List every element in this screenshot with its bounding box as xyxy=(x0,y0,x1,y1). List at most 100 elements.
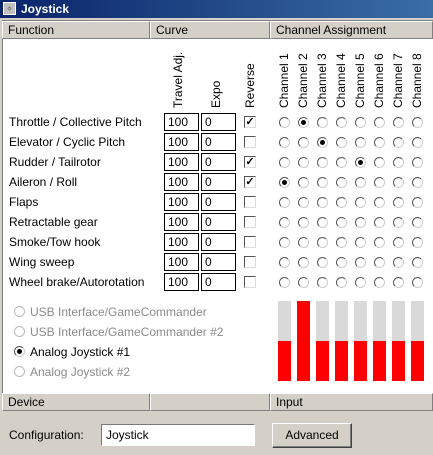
channel-3-radio[interactable] xyxy=(317,197,328,208)
channel-6-radio[interactable] xyxy=(374,217,385,228)
channel-8-radio[interactable] xyxy=(412,277,423,288)
channel-3-radio[interactable] xyxy=(317,257,328,268)
channel-3-radio[interactable] xyxy=(317,137,328,148)
channel-2-radio[interactable] xyxy=(298,217,309,228)
channel-6-radio[interactable] xyxy=(374,177,385,188)
channel-1-radio[interactable] xyxy=(279,277,290,288)
reverse-checkbox[interactable]: ✓ xyxy=(244,176,256,188)
channel-2-radio[interactable] xyxy=(298,197,309,208)
device-radio[interactable] xyxy=(14,326,25,338)
device-option[interactable]: Analog Joystick #2 xyxy=(14,365,130,379)
channel-3-radio[interactable] xyxy=(317,237,328,248)
channel-4-radio[interactable] xyxy=(336,217,347,228)
channel-4-radio[interactable] xyxy=(336,257,347,268)
channel-5-radio[interactable] xyxy=(355,217,366,228)
travel-adj-field[interactable]: 100 xyxy=(164,253,199,271)
travel-adj-field[interactable]: 100 xyxy=(164,213,199,231)
device-option[interactable]: USB Interface/GameCommander xyxy=(14,305,207,319)
channel-4-radio[interactable] xyxy=(336,157,347,168)
device-option[interactable]: USB Interface/GameCommander #2 xyxy=(14,325,223,339)
channel-6-radio[interactable] xyxy=(374,157,385,168)
expo-field[interactable]: 0 xyxy=(201,173,236,191)
channel-8-radio[interactable] xyxy=(412,177,423,188)
channel-2-radio[interactable] xyxy=(298,257,309,268)
reverse-checkbox[interactable] xyxy=(244,276,256,288)
channel-4-radio[interactable] xyxy=(336,117,347,128)
channel-6-radio[interactable] xyxy=(374,117,385,128)
channel-5-radio[interactable] xyxy=(355,257,366,268)
channel-2-radio[interactable] xyxy=(298,277,309,288)
channel-5-radio[interactable] xyxy=(355,277,366,288)
channel-8-radio[interactable] xyxy=(412,157,423,168)
channel-8-radio[interactable] xyxy=(412,137,423,148)
channel-2-radio[interactable] xyxy=(298,137,309,148)
channel-1-radio[interactable] xyxy=(279,137,290,148)
expo-field[interactable]: 0 xyxy=(201,193,236,211)
reverse-checkbox[interactable] xyxy=(244,196,256,208)
channel-4-radio[interactable] xyxy=(336,197,347,208)
channel-2-radio[interactable] xyxy=(298,177,309,188)
channel-2-radio[interactable] xyxy=(298,117,309,128)
channel-8-radio[interactable] xyxy=(412,197,423,208)
channel-1-radio[interactable] xyxy=(279,217,290,228)
expo-field[interactable]: 0 xyxy=(201,273,236,291)
channel-6-radio[interactable] xyxy=(374,257,385,268)
channel-8-radio[interactable] xyxy=(412,117,423,128)
channel-5-radio[interactable] xyxy=(355,137,366,148)
channel-3-radio[interactable] xyxy=(317,277,328,288)
channel-6-radio[interactable] xyxy=(374,277,385,288)
travel-adj-field[interactable]: 100 xyxy=(164,193,199,211)
channel-1-radio[interactable] xyxy=(279,237,290,248)
configuration-input[interactable]: Joystick xyxy=(101,424,255,446)
channel-7-radio[interactable] xyxy=(393,257,404,268)
reverse-checkbox[interactable] xyxy=(244,236,256,248)
travel-adj-field[interactable]: 100 xyxy=(164,233,199,251)
channel-2-radio[interactable] xyxy=(298,157,309,168)
channel-1-radio[interactable] xyxy=(279,117,290,128)
travel-adj-field[interactable]: 100 xyxy=(164,133,199,151)
channel-1-radio[interactable] xyxy=(279,177,290,188)
channel-5-radio[interactable] xyxy=(355,197,366,208)
channel-8-radio[interactable] xyxy=(412,217,423,228)
channel-7-radio[interactable] xyxy=(393,157,404,168)
channel-7-radio[interactable] xyxy=(393,217,404,228)
advanced-button[interactable]: Advanced xyxy=(272,423,352,448)
reverse-checkbox[interactable] xyxy=(244,216,256,228)
expo-field[interactable]: 0 xyxy=(201,233,236,251)
device-option[interactable]: Analog Joystick #1 xyxy=(14,345,130,359)
channel-1-radio[interactable] xyxy=(279,157,290,168)
travel-adj-field[interactable]: 100 xyxy=(164,113,199,131)
channel-3-radio[interactable] xyxy=(317,217,328,228)
device-radio[interactable] xyxy=(14,366,25,378)
channel-4-radio[interactable] xyxy=(336,237,347,248)
channel-4-radio[interactable] xyxy=(336,177,347,188)
channel-7-radio[interactable] xyxy=(393,277,404,288)
channel-5-radio[interactable] xyxy=(355,237,366,248)
expo-field[interactable]: 0 xyxy=(201,133,236,151)
channel-3-radio[interactable] xyxy=(317,157,328,168)
reverse-checkbox[interactable] xyxy=(244,256,256,268)
channel-7-radio[interactable] xyxy=(393,177,404,188)
channel-4-radio[interactable] xyxy=(336,277,347,288)
expo-field[interactable]: 0 xyxy=(201,253,236,271)
channel-8-radio[interactable] xyxy=(412,237,423,248)
travel-adj-field[interactable]: 100 xyxy=(164,153,199,171)
channel-7-radio[interactable] xyxy=(393,237,404,248)
expo-field[interactable]: 0 xyxy=(201,213,236,231)
channel-6-radio[interactable] xyxy=(374,197,385,208)
reverse-checkbox[interactable]: ✓ xyxy=(244,156,256,168)
reverse-checkbox[interactable] xyxy=(244,136,256,148)
channel-4-radio[interactable] xyxy=(336,137,347,148)
channel-7-radio[interactable] xyxy=(393,117,404,128)
channel-6-radio[interactable] xyxy=(374,137,385,148)
channel-1-radio[interactable] xyxy=(279,257,290,268)
device-radio[interactable] xyxy=(14,346,25,358)
channel-6-radio[interactable] xyxy=(374,237,385,248)
expo-field[interactable]: 0 xyxy=(201,113,236,131)
channel-5-radio[interactable] xyxy=(355,177,366,188)
travel-adj-field[interactable]: 100 xyxy=(164,173,199,191)
channel-3-radio[interactable] xyxy=(317,177,328,188)
expo-field[interactable]: 0 xyxy=(201,153,236,171)
channel-1-radio[interactable] xyxy=(279,197,290,208)
device-radio[interactable] xyxy=(14,306,25,318)
